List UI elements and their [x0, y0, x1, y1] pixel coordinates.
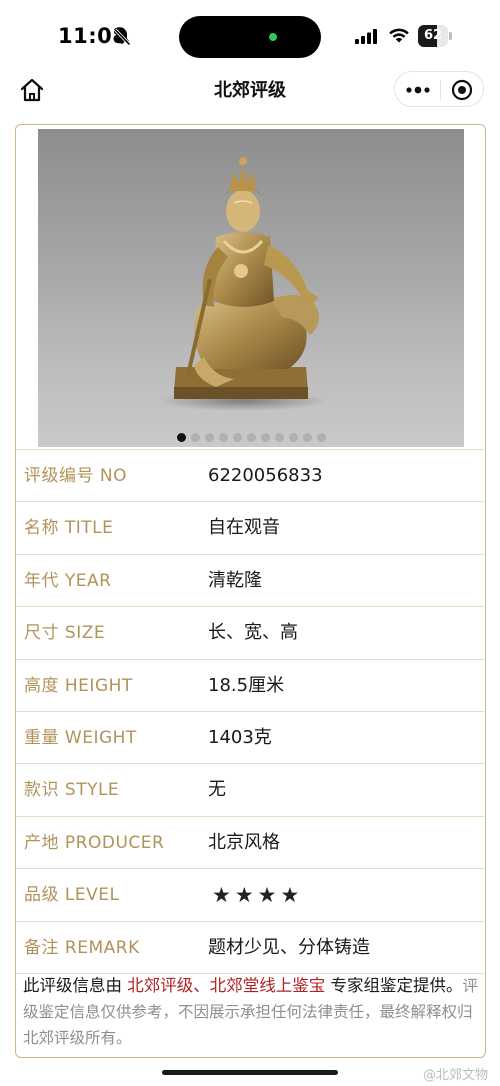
- home-indicator: [162, 1070, 338, 1075]
- miniprogram-capsule: [394, 71, 484, 107]
- disclaimer-highlight: 北郊评级、北郊堂线上鉴宝: [127, 976, 326, 995]
- bell-slash-icon: [113, 28, 131, 46]
- battery-icon: 62: [418, 25, 452, 47]
- close-miniprogram-icon[interactable]: [451, 79, 473, 101]
- row-label: 名称 TITLE: [24, 518, 114, 539]
- carousel-dot[interactable]: [177, 433, 186, 442]
- row-label: 年代 YEAR: [24, 570, 112, 591]
- carousel-dot[interactable]: [303, 433, 312, 442]
- row-value: 清乾隆: [208, 569, 262, 591]
- row-value: 6220056833: [208, 465, 323, 486]
- status-bar: 11:08 62: [0, 0, 500, 66]
- disclaimer-middle: 专家组鉴定提供。: [325, 976, 463, 995]
- carousel-indicator: [16, 427, 487, 442]
- detail-row-remark: 备注 REMARK 题材少见、分体铸造: [16, 920, 484, 973]
- watermark: @北郊文物: [422, 1068, 488, 1083]
- disclaimer-prefix: 此评级信息由: [23, 976, 128, 995]
- detail-row-producer: 产地 PRODUCER 北京风格: [16, 815, 484, 868]
- row-value: 长、宽、高: [208, 622, 298, 644]
- row-value: 自在观音: [208, 517, 280, 539]
- product-photo-carousel[interactable]: [38, 129, 464, 447]
- row-value: 题材少见、分体铸造: [208, 936, 370, 958]
- detail-row-weight: 重量 WEIGHT 1403克: [16, 710, 484, 763]
- row-label: 款识 STYLE: [24, 780, 120, 801]
- detail-row-level: 品级 LEVEL ★★★★: [16, 868, 484, 920]
- detail-row-style: 款识 STYLE 无: [16, 763, 484, 815]
- disclaimer-text: 此评级信息由 北郊评级、北郊堂线上鉴宝 专家组鉴定提供。评级鉴定信息仅供参考，不…: [23, 973, 479, 1051]
- appraisal-card: 评级编号 NO 6220056833 名称 TITLE 自在观音 年代 YEAR…: [15, 124, 486, 1058]
- detail-row-height: 高度 HEIGHT 18.5厘米: [16, 658, 484, 711]
- row-value: 无: [208, 779, 226, 801]
- carousel-dot[interactable]: [289, 433, 298, 442]
- row-value: 18.5厘米: [208, 674, 285, 696]
- detail-row-year: 年代 YEAR 清乾隆: [16, 553, 484, 606]
- carousel-dot[interactable]: [261, 433, 270, 442]
- carousel-dot[interactable]: [275, 433, 284, 442]
- detail-row-size: 尺寸 SIZE 长、宽、高: [16, 606, 484, 658]
- carousel-dot[interactable]: [247, 433, 256, 442]
- carousel-dot[interactable]: [219, 433, 228, 442]
- detail-row-number: 评级编号 NO 6220056833: [16, 449, 484, 501]
- row-label: 重量 WEIGHT: [24, 727, 137, 748]
- nav-bar: 北郊评级: [0, 66, 500, 112]
- wifi-icon: [389, 28, 409, 43]
- row-label: 评级编号 NO: [24, 466, 128, 486]
- appraisal-details-table: 评级编号 NO 6220056833 名称 TITLE 自在观音 年代 YEAR…: [16, 449, 484, 974]
- row-label: 品级 LEVEL: [24, 885, 120, 906]
- rating-stars: ★★★★: [212, 883, 304, 908]
- carousel-dot[interactable]: [233, 433, 242, 442]
- cellular-signal-icon: [355, 29, 377, 44]
- camera-indicator-dot: [269, 33, 277, 41]
- row-label: 尺寸 SIZE: [24, 623, 106, 644]
- row-value: 北京风格: [208, 831, 280, 853]
- carousel-dot[interactable]: [191, 433, 200, 442]
- more-options-icon[interactable]: [404, 83, 432, 97]
- row-label: 备注 REMARK: [24, 937, 140, 958]
- detail-row-title: 名称 TITLE 自在观音: [16, 501, 484, 553]
- row-label: 高度 HEIGHT: [24, 675, 133, 696]
- carousel-dot[interactable]: [205, 433, 214, 442]
- guanyin-statue-image: [158, 157, 328, 411]
- row-label: 产地 PRODUCER: [24, 832, 165, 853]
- battery-percent: 62: [423, 28, 443, 43]
- row-value: 1403克: [208, 726, 272, 748]
- carousel-dot[interactable]: [317, 433, 326, 442]
- dynamic-island: [179, 16, 321, 58]
